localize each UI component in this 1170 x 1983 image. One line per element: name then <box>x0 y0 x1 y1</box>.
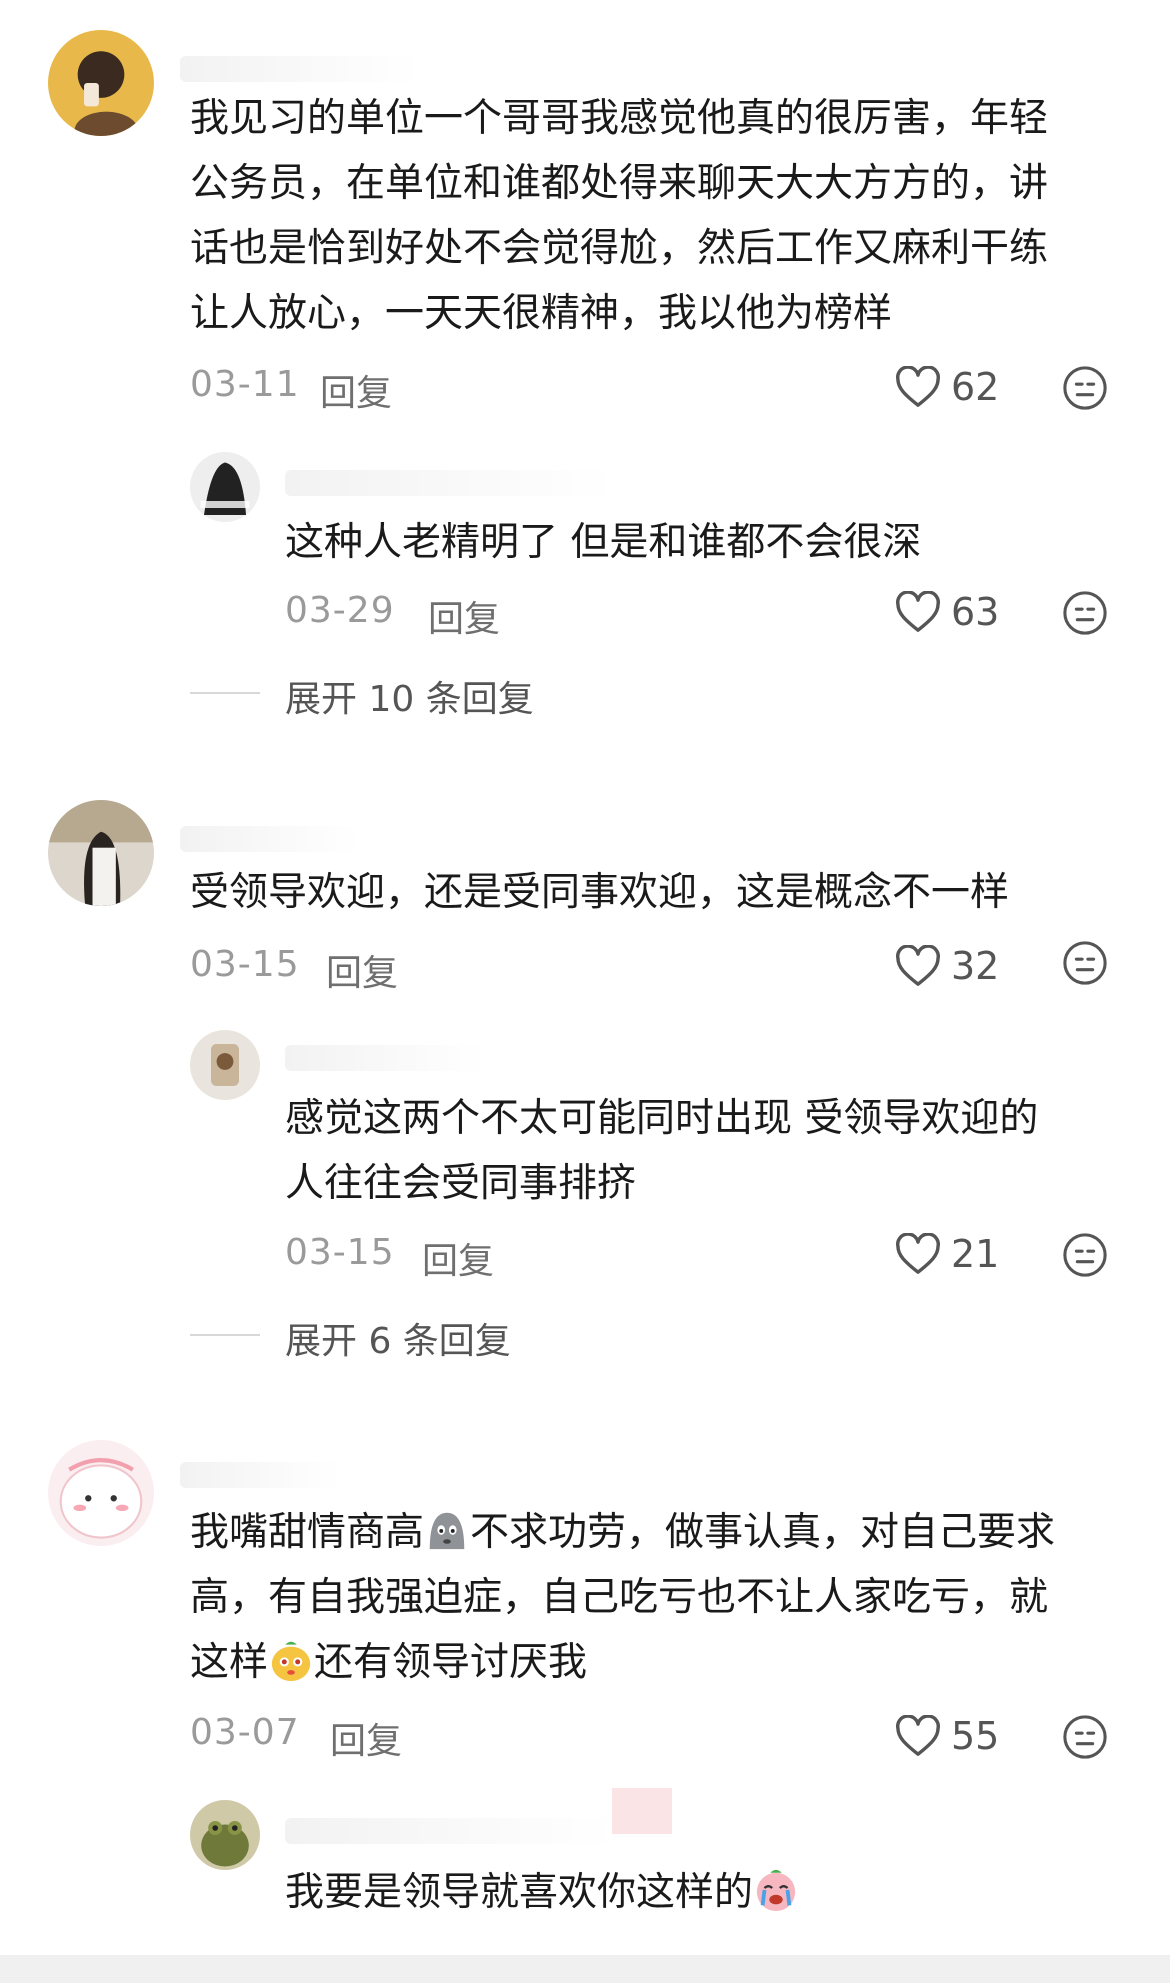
username-redacted <box>180 1462 340 1488</box>
expand-divider <box>190 692 260 694</box>
reply-button[interactable]: 回复 <box>428 590 500 642</box>
avatar[interactable] <box>190 1030 260 1100</box>
reply-date: 03-15 <box>285 1232 395 1273</box>
like-button[interactable]: 63 <box>895 590 999 634</box>
username-redacted <box>180 56 420 82</box>
comment-text: 我嘴甜情商高 不求功劳，做事认真，对自己要求 高，有自我强迫症，自己吃亏也不让人家… <box>190 1500 1055 1695</box>
like-button[interactable]: 21 <box>895 1232 999 1276</box>
username-redacted <box>285 1818 615 1844</box>
yellow-crying-emoji-icon <box>271 1641 311 1682</box>
dislike-face-icon[interactable] <box>1062 590 1108 636</box>
comment-date: 03-15 <box>190 944 300 985</box>
reply-text: 我要是领导就喜欢你这样的 <box>285 1860 799 1925</box>
heart-icon <box>896 945 940 986</box>
heart-icon <box>896 591 940 632</box>
like-count: 32 <box>951 944 1000 988</box>
expand-replies-button[interactable]: 展开 6 条回复 <box>285 1312 511 1364</box>
like-button[interactable]: 62 <box>895 365 999 409</box>
comment-date: 03-07 <box>190 1712 300 1753</box>
avatar[interactable] <box>190 452 260 522</box>
like-count: 63 <box>951 590 1000 634</box>
reply-button[interactable]: 回复 <box>422 1232 494 1284</box>
like-count: 55 <box>951 1714 1000 1758</box>
crying-face-emoji-icon <box>756 1869 796 1912</box>
reply-text: 感觉这两个不太可能同时出现 受领导欢迎的 人往往会受同事排挤 <box>285 1096 1039 1206</box>
reply-button[interactable]: 回复 <box>326 944 398 996</box>
like-button[interactable]: 55 <box>895 1714 999 1758</box>
like-button[interactable]: 32 <box>895 944 999 988</box>
dislike-face-icon[interactable] <box>1062 940 1108 986</box>
heart-icon <box>896 1715 940 1756</box>
redacted-patch <box>612 1788 672 1834</box>
dislike-face-icon[interactable] <box>1062 1714 1108 1760</box>
username-redacted <box>180 826 360 852</box>
username-redacted <box>285 1045 485 1071</box>
reply-date: 03-29 <box>285 590 395 631</box>
reply-button[interactable]: 回复 <box>330 1712 402 1764</box>
comment-text: 我见习的单位一个哥哥我感觉他真的很厉害，年轻 公务员，在单位和谁都处得来聊天大大… <box>190 96 1049 336</box>
dislike-face-icon[interactable] <box>1062 365 1108 411</box>
dislike-face-icon[interactable] <box>1062 1232 1108 1278</box>
gray-ghost-emoji-icon <box>429 1512 465 1550</box>
heart-icon <box>896 1233 940 1274</box>
avatar[interactable] <box>48 30 154 136</box>
reply-button[interactable]: 回复 <box>320 364 392 416</box>
comment-date: 03-11 <box>190 364 300 405</box>
expand-divider <box>190 1334 260 1336</box>
expand-replies-button[interactable]: 展开 10 条回复 <box>285 670 534 722</box>
bottom-edge <box>0 1955 1170 1983</box>
comment-text: 受领导欢迎，还是受同事欢迎，这是概念不一样 <box>190 870 1010 915</box>
username-redacted <box>285 470 615 496</box>
heart-icon <box>896 366 940 407</box>
avatar[interactable] <box>190 1800 260 1870</box>
reply-text: 这种人老精明了 但是和谁都不会很深 <box>285 520 922 565</box>
avatar[interactable] <box>48 800 154 906</box>
like-count: 62 <box>951 365 1000 409</box>
avatar[interactable] <box>48 1440 154 1546</box>
like-count: 21 <box>951 1232 1000 1276</box>
